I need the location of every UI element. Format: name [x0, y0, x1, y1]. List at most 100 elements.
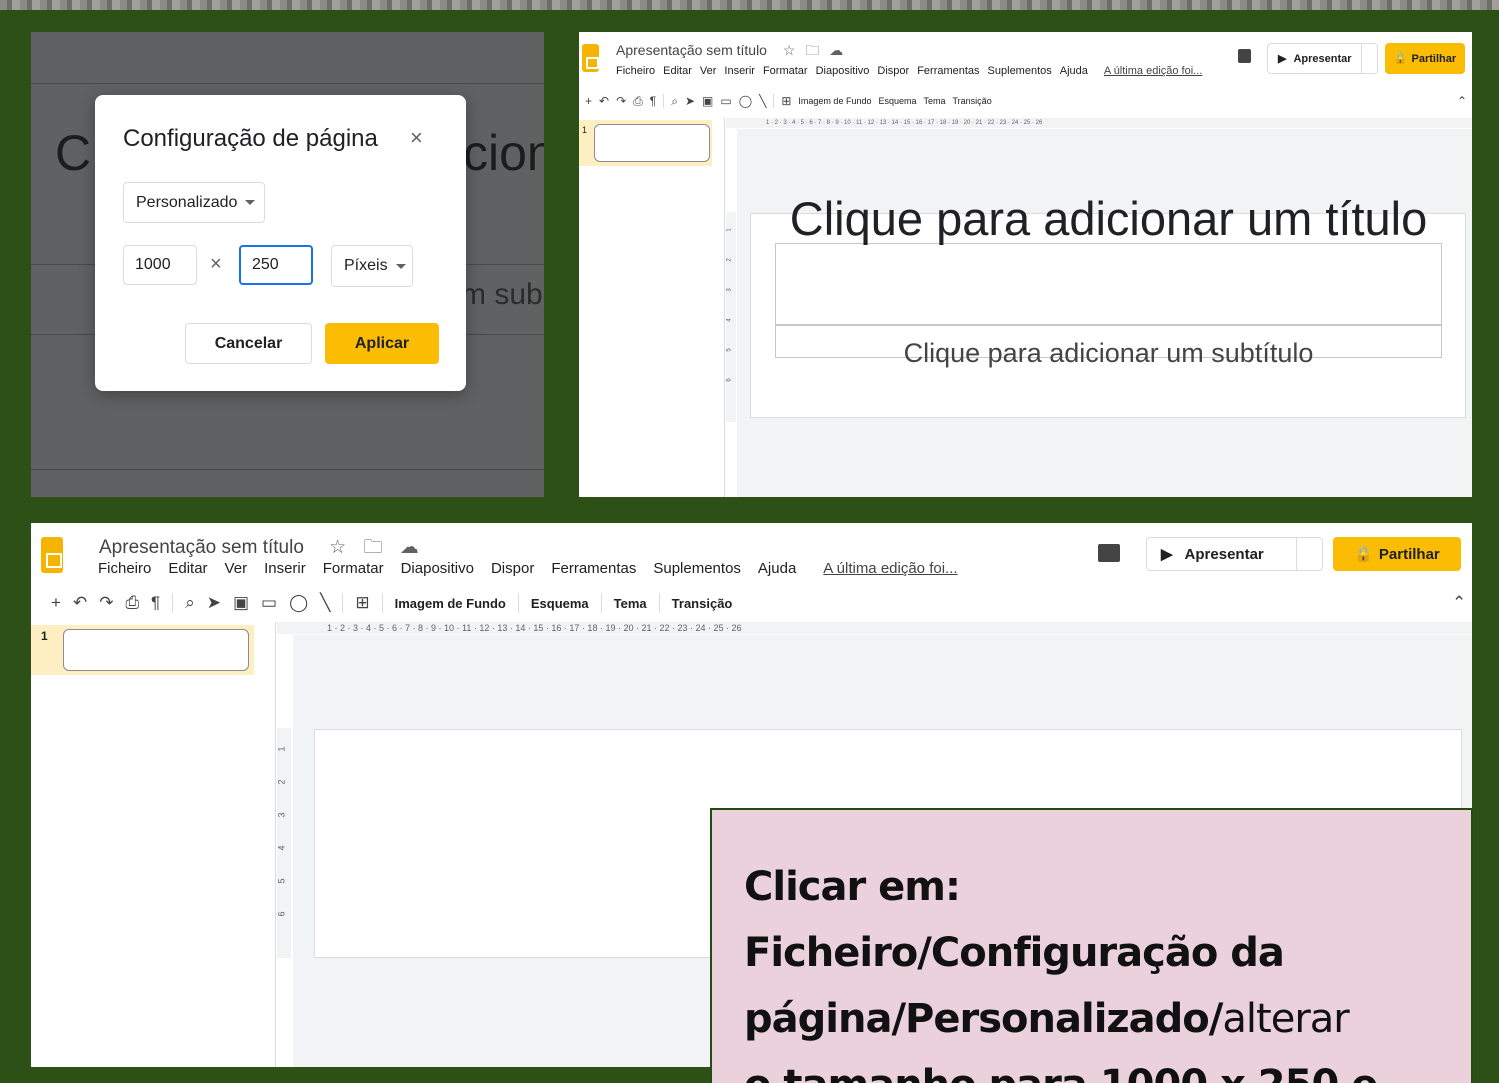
menu-view[interactable]: Ver — [700, 65, 717, 77]
ruler-digit: 3 — [277, 812, 287, 818]
menu-addons[interactable]: Suplementos — [988, 65, 1052, 77]
redo-icon[interactable]: ↷ — [99, 593, 113, 613]
menu-file[interactable]: Ficheiro — [616, 65, 655, 77]
menu-edit[interactable]: Editar — [168, 560, 207, 577]
present-button[interactable]: ▶ Apresentar — [1146, 537, 1323, 571]
print-icon[interactable]: ⎙ — [633, 94, 643, 109]
menu-help[interactable]: Ajuda — [1060, 65, 1088, 77]
zoom-icon[interactable]: ⌕ — [185, 593, 195, 613]
star-icon[interactable]: ☆ — [329, 537, 346, 558]
comments-icon[interactable] — [1238, 49, 1251, 63]
move-folder-icon[interactable]: 🗀 — [364, 537, 383, 558]
image-icon[interactable]: ▭ — [261, 593, 277, 613]
height-input[interactable]: 250 — [239, 245, 313, 285]
comment-add-icon[interactable]: ⊞ — [355, 593, 369, 613]
text-box-icon[interactable]: ▣ — [233, 593, 249, 613]
menu-arrange[interactable]: Dispor — [491, 560, 534, 577]
image-icon[interactable]: ▭ — [720, 94, 731, 108]
menu-tools[interactable]: Ferramentas — [917, 65, 979, 77]
ruler-digit: 3 — [726, 288, 733, 292]
line-icon[interactable]: ╲ — [759, 94, 766, 108]
menu-insert[interactable]: Inserir — [264, 560, 306, 577]
apply-button[interactable]: Aplicar — [325, 323, 439, 364]
close-icon[interactable]: × — [410, 125, 423, 151]
ruler-digit: 2 — [277, 779, 287, 785]
width-input[interactable]: 1000 — [123, 245, 197, 285]
menu-file[interactable]: Ficheiro — [98, 560, 151, 577]
layout-button[interactable]: Esquema — [878, 96, 916, 106]
toolbar-separator — [172, 593, 174, 613]
toolbar-separator — [773, 94, 775, 108]
layout-button[interactable]: Esquema — [531, 596, 589, 611]
cancel-button[interactable]: Cancelar — [185, 323, 312, 364]
transition-button[interactable]: Transição — [672, 596, 733, 611]
slides-logo-icon[interactable] — [582, 44, 600, 72]
menu-tools[interactable]: Ferramentas — [551, 560, 636, 577]
toolbar: + ↶ ↷ ⎙ ¶ ⌕ ➤ ▣ ▭ ◯ ╲ ⊞ Imagem de Fundo … — [585, 92, 992, 110]
new-slide-icon[interactable]: + — [51, 593, 61, 613]
document-title-text: Apresentação sem título — [99, 537, 304, 558]
share-button[interactable]: 🔒 Partilhar — [1385, 43, 1465, 74]
collapse-icon[interactable]: ⌃ — [1457, 94, 1467, 108]
present-label: Apresentar — [1184, 545, 1264, 563]
text-box-icon[interactable]: ▣ — [702, 94, 713, 108]
last-edit-link[interactable]: A última edição foi... — [823, 560, 957, 577]
background-button[interactable]: Imagem de Fundo — [798, 96, 871, 106]
undo-icon[interactable]: ↶ — [599, 94, 609, 108]
shape-icon[interactable]: ◯ — [739, 94, 752, 108]
subtitle-placeholder[interactable]: Clique para adicionar um subtítulo — [775, 338, 1442, 369]
document-title[interactable]: Apresentação sem título ☆ 🗀 ☁ — [616, 40, 843, 64]
ruler-digit: 1 — [277, 746, 287, 752]
menu-edit[interactable]: Editar — [663, 65, 692, 77]
background-button[interactable]: Imagem de Fundo — [395, 596, 506, 611]
redo-icon[interactable]: ↷ — [616, 94, 626, 108]
present-button[interactable]: ▶ Apresentar — [1267, 43, 1378, 74]
menu-format[interactable]: Formatar — [323, 560, 384, 577]
menu-slide[interactable]: Diapositivo — [401, 560, 474, 577]
new-slide-icon[interactable]: + — [585, 94, 592, 108]
title-placeholder[interactable]: Clique para adicionar um título — [775, 185, 1442, 253]
star-icon[interactable]: ☆ — [783, 42, 796, 58]
filmstrip: 1 — [579, 118, 725, 497]
collapse-icon[interactable]: ⌃ — [1452, 593, 1466, 613]
menu-help[interactable]: Ajuda — [758, 560, 796, 577]
present-options-button[interactable] — [1361, 44, 1377, 73]
last-edit-link[interactable]: A última edição foi... — [1104, 65, 1202, 77]
menu-view[interactable]: Ver — [225, 560, 248, 577]
slide-thumbnail[interactable] — [594, 124, 710, 162]
undo-icon[interactable]: ↶ — [73, 593, 87, 613]
menu-arrange[interactable]: Dispor — [877, 65, 909, 77]
print-icon[interactable]: ⎙ — [125, 593, 139, 613]
menu-slide[interactable]: Diapositivo — [816, 65, 870, 77]
slide-thumbnail[interactable] — [63, 629, 249, 671]
line-icon[interactable]: ╲ — [320, 593, 330, 613]
comments-icon[interactable] — [1098, 544, 1120, 562]
menu-format[interactable]: Formatar — [763, 65, 808, 77]
present-label: Apresentar — [1293, 52, 1352, 65]
preset-dropdown[interactable]: Personalizado — [123, 182, 265, 223]
menu-insert[interactable]: Inserir — [724, 65, 755, 77]
present-options-button[interactable] — [1296, 538, 1322, 570]
slides-logo-icon[interactable] — [41, 537, 63, 573]
select-icon[interactable]: ➤ — [685, 94, 695, 108]
comment-add-icon[interactable]: ⊞ — [781, 94, 791, 108]
move-folder-icon[interactable]: 🗀 — [805, 42, 819, 58]
unit-value: Píxeis — [344, 257, 388, 274]
slide[interactable]: Clique para adicionar um título Clique p… — [750, 192, 1466, 418]
transition-button[interactable]: Transição — [953, 96, 992, 106]
paint-format-icon[interactable]: ¶ — [650, 94, 656, 108]
note-heading: Clicar em: — [744, 864, 961, 910]
select-icon[interactable]: ➤ — [207, 593, 221, 613]
theme-button[interactable]: Tema — [614, 596, 647, 611]
shape-icon[interactable]: ◯ — [289, 593, 308, 613]
theme-button[interactable]: Tema — [924, 96, 946, 106]
paint-format-icon[interactable]: ¶ — [151, 593, 160, 613]
unit-dropdown[interactable]: Píxeis — [331, 245, 413, 287]
preset-value: Personalizado — [136, 193, 238, 211]
filmstrip: 1 — [31, 622, 276, 1067]
ruler-digit: 2 — [726, 258, 733, 262]
height-value: 250 — [252, 256, 279, 273]
menu-addons[interactable]: Suplementos — [653, 560, 741, 577]
share-button[interactable]: 🔒 Partilhar — [1333, 537, 1461, 571]
zoom-icon[interactable]: ⌕ — [671, 94, 678, 109]
